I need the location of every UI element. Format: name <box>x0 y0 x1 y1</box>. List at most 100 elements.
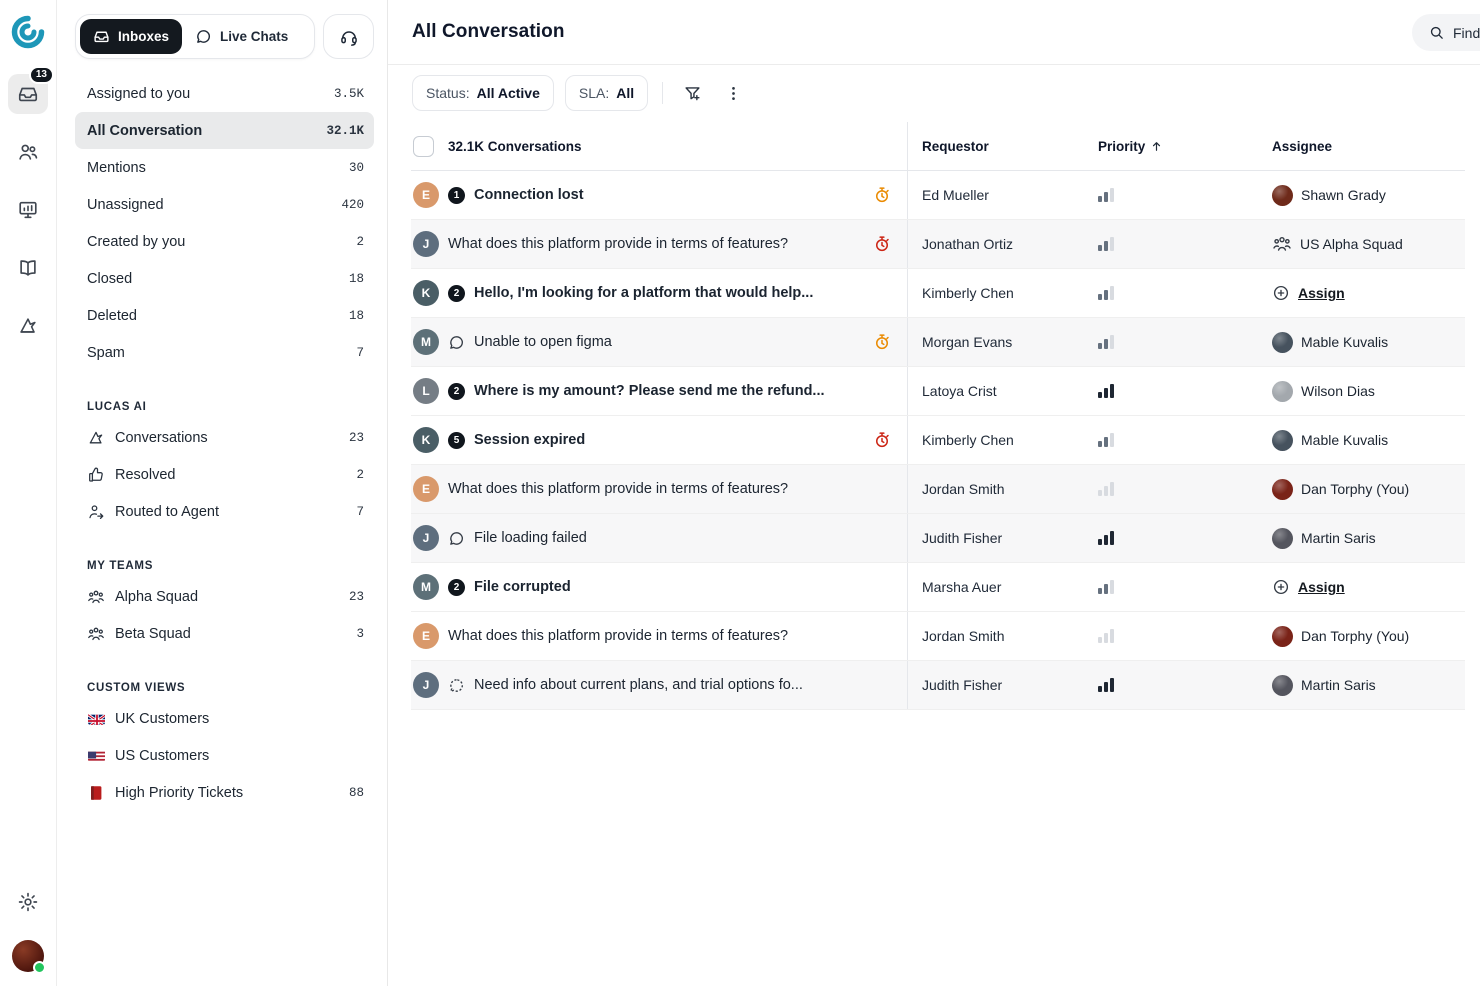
sidebar-item-us-customers[interactable]: US Customers <box>75 737 374 774</box>
conversation-row[interactable]: EWhat does this platform provide in term… <box>411 612 1465 661</box>
sidebar-item-all-conversation[interactable]: All Conversation32.1K <box>75 112 374 149</box>
unread-count-badge: 2 <box>448 285 465 302</box>
requester-avatar: E <box>413 623 439 649</box>
assign-button[interactable]: Assign <box>1272 578 1345 596</box>
plus-circle-icon <box>1272 578 1290 596</box>
tab-live-chats[interactable]: Live Chats <box>182 19 301 54</box>
conversation-count-label: 32.1K Conversations <box>448 139 582 154</box>
priority-bar <box>1110 580 1114 594</box>
settings-button[interactable] <box>8 882 48 922</box>
conversation-row[interactable]: MUnable to open figmaMorgan EvansMable K… <box>411 318 1465 367</box>
headset-button[interactable] <box>323 14 374 59</box>
sidebar-item-routed-to-agent[interactable]: Routed to Agent7 <box>75 493 374 530</box>
assignee-cell: Assign <box>1258 284 1465 302</box>
sidebar-item-conversations[interactable]: Conversations23 <box>75 419 374 456</box>
sidebar-item-label: Spam <box>87 345 356 361</box>
requestor-name: Jonathan Ortiz <box>908 236 1084 252</box>
column-header-assignee[interactable]: Assignee <box>1258 139 1465 154</box>
select-all-checkbox[interactable] <box>413 136 434 157</box>
conversation-subject: Where is my amount? Please send me the r… <box>474 383 825 399</box>
reports-icon <box>17 199 39 221</box>
priority-bar <box>1110 188 1114 202</box>
sidebar-item-uk-customers[interactable]: UK Customers <box>75 700 374 737</box>
plus-circle-icon <box>1272 284 1290 302</box>
sidebar-item-assigned-to-you[interactable]: Assigned to you3.5K <box>75 75 374 112</box>
main-header: All Conversation Find T <box>388 0 1480 65</box>
column-header-requestor[interactable]: Requestor <box>908 139 1084 154</box>
priority-bar <box>1104 339 1108 349</box>
sla-filter-label: SLA: <box>579 85 609 101</box>
assignee-avatar <box>1272 185 1293 206</box>
conversation-subject: Hello, I'm looking for a platform that w… <box>474 285 813 301</box>
team-icon <box>1272 234 1292 254</box>
headset-icon <box>339 27 359 47</box>
requestor-name: Latoya Crist <box>908 383 1084 399</box>
conversation-row[interactable]: K5Session expiredKimberly ChenMable Kuva… <box>411 416 1465 465</box>
assignee-cell: Dan Torphy (You) <box>1258 479 1465 500</box>
conversation-row[interactable]: E1Connection lostEd MuellerShawn Grady <box>411 171 1465 220</box>
assignee-name: Wilson Dias <box>1301 383 1375 399</box>
priority-bar <box>1098 637 1102 643</box>
requester-avatar: E <box>413 476 439 502</box>
column-header-priority[interactable]: Priority <box>1084 139 1258 154</box>
rail-contacts-button[interactable] <box>8 132 48 172</box>
rail-knowledge-button[interactable] <box>8 248 48 288</box>
unread-count-badge: 1 <box>448 187 465 204</box>
priority-cell <box>1084 678 1258 692</box>
priority-bar <box>1110 286 1114 300</box>
rail-inboxes-button[interactable]: 13 <box>8 74 48 114</box>
sidebar-item-high-priority-tickets[interactable]: High Priority Tickets88 <box>75 774 374 811</box>
priority-cell <box>1084 384 1258 398</box>
sidebar-item-spam[interactable]: Spam7 <box>75 334 374 371</box>
sidebar-section-title: MY TEAMS <box>87 560 374 572</box>
sidebar-item-mentions[interactable]: Mentions30 <box>75 149 374 186</box>
conversation-row[interactable]: M2File corruptedMarsha AuerAssign <box>411 563 1465 612</box>
conversation-row[interactable]: JFile loading failedJudith FisherMartin … <box>411 514 1465 563</box>
assignee-avatar <box>1272 332 1293 353</box>
sidebar-item-resolved[interactable]: Resolved2 <box>75 456 374 493</box>
sidebar-item-label: Beta Squad <box>115 626 356 642</box>
assignee-cell: Martin Saris <box>1258 528 1465 549</box>
priority-indicator <box>1098 433 1244 447</box>
sidebar-item-closed[interactable]: Closed18 <box>75 260 374 297</box>
status-filter[interactable]: Status: All Active <box>412 75 554 111</box>
conversation-row[interactable]: JNeed info about current plans, and tria… <box>411 661 1465 710</box>
user-avatar[interactable] <box>12 940 44 972</box>
sidebar-item-unassigned[interactable]: Unassigned420 <box>75 186 374 223</box>
assignee-team-name: US Alpha Squad <box>1300 236 1403 252</box>
rail-reports-button[interactable] <box>8 190 48 230</box>
routed-agent-icon <box>87 503 105 521</box>
app: 13 <box>0 0 1480 986</box>
sidebar-section-title: LUCAS AI <box>87 401 374 413</box>
more-options-button[interactable] <box>718 78 748 108</box>
requestor-name: Kimberly Chen <box>908 285 1084 301</box>
sidebar-item-label: UK Customers <box>115 711 364 727</box>
sidebar-item-beta-squad[interactable]: Beta Squad3 <box>75 615 374 652</box>
table-header-subject: 32.1K Conversations <box>411 122 908 170</box>
left-rail: 13 <box>0 0 57 986</box>
assign-button[interactable]: Assign <box>1272 284 1345 302</box>
conversation-subject: File loading failed <box>474 530 587 546</box>
find-button[interactable]: Find T <box>1412 14 1480 51</box>
inbox-icon <box>17 83 39 105</box>
chat-bubble-icon <box>448 530 465 547</box>
conversation-row[interactable]: K2Hello, I'm looking for a platform that… <box>411 269 1465 318</box>
subject-cell: E1Connection lost <box>411 171 908 219</box>
sidebar-item-deleted[interactable]: Deleted18 <box>75 297 374 334</box>
sidebar-item-label: US Customers <box>115 748 364 764</box>
table-body: E1Connection lostEd MuellerShawn GradyJW… <box>411 171 1465 710</box>
sla-filter[interactable]: SLA: All <box>565 75 648 111</box>
rail-ai-button[interactable] <box>8 306 48 346</box>
conversation-row[interactable]: L2Where is my amount? Please send me the… <box>411 367 1465 416</box>
requester-avatar: J <box>413 231 439 257</box>
conversation-row[interactable]: EWhat does this platform provide in term… <box>411 465 1465 514</box>
add-filter-button[interactable] <box>677 78 707 108</box>
priority-cell <box>1084 629 1258 643</box>
conversation-row[interactable]: JWhat does this platform provide in term… <box>411 220 1465 269</box>
knowledge-base-icon <box>17 257 39 279</box>
kebab-menu-icon <box>724 84 743 103</box>
sidebar-item-created-by-you[interactable]: Created by you2 <box>75 223 374 260</box>
tab-inboxes[interactable]: Inboxes <box>80 19 182 54</box>
app-logo-icon[interactable] <box>10 14 46 50</box>
sidebar-item-alpha-squad[interactable]: Alpha Squad23 <box>75 578 374 615</box>
